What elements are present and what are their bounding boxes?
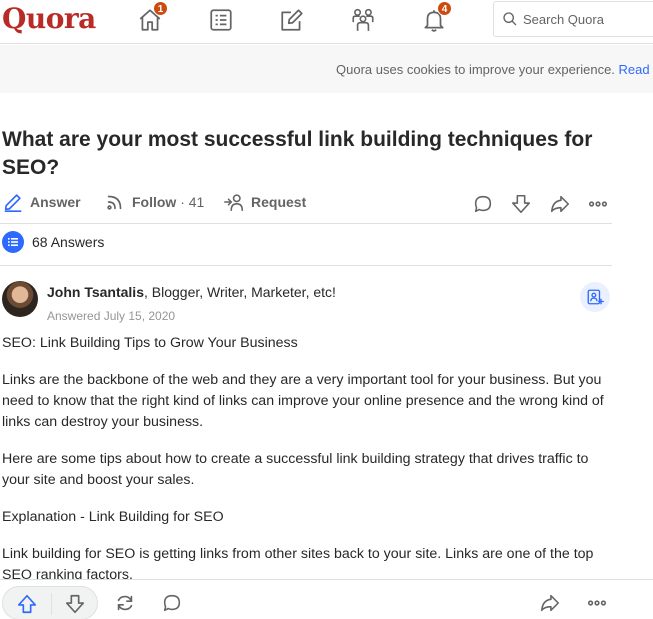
following-nav-button[interactable] [204, 5, 238, 35]
repost-icon [117, 595, 133, 611]
share-question-button[interactable] [547, 191, 573, 217]
answer-share-button[interactable] [538, 591, 562, 615]
arrow-down-icon [65, 594, 85, 614]
more-options-button[interactable] [585, 191, 611, 217]
answer-comment-button[interactable] [160, 591, 184, 615]
cookie-banner-text: Quora uses cookies to improve your exper… [336, 62, 653, 77]
downvote-button[interactable] [63, 592, 87, 616]
answer-paragraph: Link building for SEO is getting links f… [2, 546, 594, 579]
answer-paragraph: Links are the backbone of the web and th… [2, 372, 604, 430]
arrow-down-icon [511, 194, 531, 214]
share-repost-button[interactable] [113, 591, 137, 615]
question-action-bar: Answer Follow · 41 Request [2, 191, 614, 217]
cookie-read-more-link[interactable]: Read m [619, 62, 653, 77]
answer-action-bar [0, 579, 653, 619]
top-navigation-bar: Quora 1 4 [0, 0, 653, 44]
author-line: John Tsantalis, Blogger, Writer, Markete… [47, 284, 336, 300]
follow-count: · 41 [180, 194, 205, 210]
divider [0, 265, 612, 266]
search-icon [503, 12, 517, 26]
comment-icon [163, 594, 181, 612]
more-dots-icon [588, 201, 608, 207]
vote-pill [2, 586, 98, 619]
author-credential: , Blogger, Writer, Marketer, etc! [143, 284, 336, 300]
people-icon [352, 8, 374, 31]
request-button-label: Request [251, 194, 307, 210]
share-arrow-icon [550, 195, 570, 213]
author-name[interactable]: John Tsantalis [47, 284, 144, 300]
answer-more-options-button[interactable] [585, 591, 609, 615]
pencil-icon [4, 194, 22, 212]
follow-button-label: Follow [132, 194, 177, 210]
follow-question-button[interactable]: Follow · 41 [104, 191, 204, 213]
answer-body: SEO: Link Building Tips to Grow Your Bus… [2, 333, 614, 579]
answer-button-label: Answer [30, 194, 81, 210]
answer-nav-button[interactable] [275, 5, 309, 35]
search-input[interactable] [523, 11, 643, 27]
answer-paragraph: Here are some tips about how to create a… [2, 451, 589, 488]
comment-icon [474, 195, 492, 213]
share-arrow-icon [540, 594, 560, 612]
answers-count-header: 68 Answers [2, 231, 104, 253]
list-icon [210, 9, 232, 31]
cookie-banner: Quora uses cookies to improve your exper… [0, 45, 653, 93]
answers-list-icon-wrapper [2, 231, 24, 253]
follow-feed-icon [107, 195, 122, 210]
comment-button[interactable] [470, 191, 496, 217]
upvote-button[interactable] [15, 592, 39, 616]
cookie-message: Quora uses cookies to improve your exper… [336, 62, 619, 77]
answer-paragraph: Explanation - Link Building for SEO [2, 509, 224, 525]
pencil-square-icon [281, 9, 303, 31]
answer-button[interactable]: Answer [2, 191, 81, 213]
more-dots-icon [587, 600, 607, 606]
arrow-up-icon [17, 594, 37, 614]
notifications-badge: 4 [437, 1, 452, 16]
request-person-icon [224, 194, 244, 212]
request-answer-button[interactable]: Request [223, 191, 306, 213]
notifications-nav-button[interactable]: 4 [417, 1, 452, 35]
divider [0, 223, 612, 224]
vote-separator [51, 593, 52, 615]
list-bullets-icon [8, 238, 18, 246]
answer-date[interactable]: Answered July 15, 2020 [47, 309, 175, 323]
follow-author-button[interactable] [580, 282, 610, 312]
quora-logo[interactable]: Quora [2, 2, 96, 35]
search-box[interactable] [493, 1, 653, 37]
spaces-nav-button[interactable] [346, 5, 380, 35]
question-title[interactable]: What are your most successful link build… [2, 126, 622, 182]
answer-paragraph: SEO: Link Building Tips to Grow Your Bus… [2, 335, 298, 351]
home-nav-button[interactable]: 1 [133, 1, 168, 35]
downvote-question-button[interactable] [508, 191, 534, 217]
author-avatar[interactable] [2, 281, 38, 317]
answers-count-label: 68 Answers [32, 234, 105, 250]
follow-person-icon [587, 289, 604, 305]
home-badge: 1 [153, 1, 168, 16]
